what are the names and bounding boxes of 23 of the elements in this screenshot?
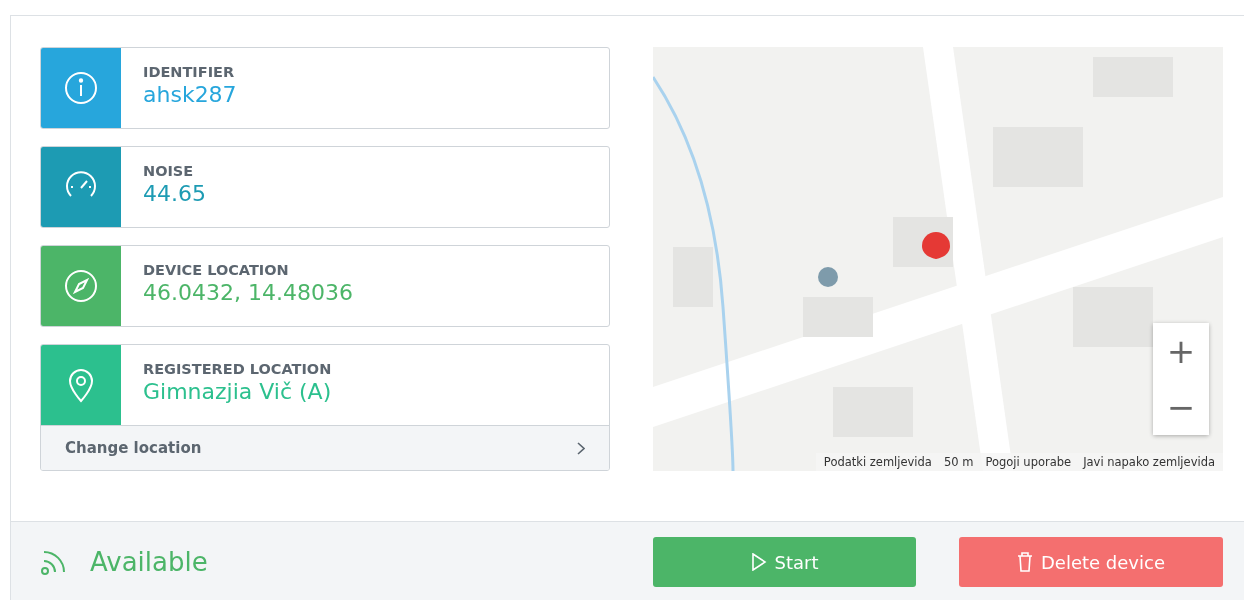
trash-icon: [1017, 552, 1033, 572]
map-link[interactable]: Javi napako zemljevida: [1083, 455, 1215, 469]
field-value: 44.65: [143, 181, 206, 206]
field-value: ahsk287: [143, 82, 237, 107]
zoom-out-button[interactable]: −: [1153, 379, 1209, 435]
scale-label: 50 m: [943, 455, 974, 469]
location-pin-icon: [66, 367, 96, 403]
info-icon: [63, 70, 99, 106]
field-value: 46.0432, 14.48036: [143, 280, 353, 305]
field-value: Gimnazjia Vič (A): [143, 379, 332, 404]
status-text: Available: [90, 547, 208, 577]
zoom-in-button[interactable]: +: [1153, 323, 1209, 379]
map[interactable]: + − Podatki zemljevida 50 m Pogoji uporabe Javi napako zemljevida: [653, 47, 1223, 471]
compass-icon: [63, 268, 99, 304]
field-label: NOISE: [143, 163, 195, 179]
field-label: REGISTERED LOCATION: [143, 361, 332, 377]
play-icon: [750, 553, 767, 571]
change-location-link[interactable]: Change location: [41, 425, 609, 470]
chevron-right-icon: [577, 441, 585, 455]
map-link[interactable]: Podatki zemljevida: [823, 455, 932, 469]
map-link[interactable]: Pogoji uporabe: [985, 455, 1072, 469]
field-label: IDENTIFIER: [143, 64, 236, 80]
field-label: DEVICE LOCATION: [143, 262, 290, 278]
